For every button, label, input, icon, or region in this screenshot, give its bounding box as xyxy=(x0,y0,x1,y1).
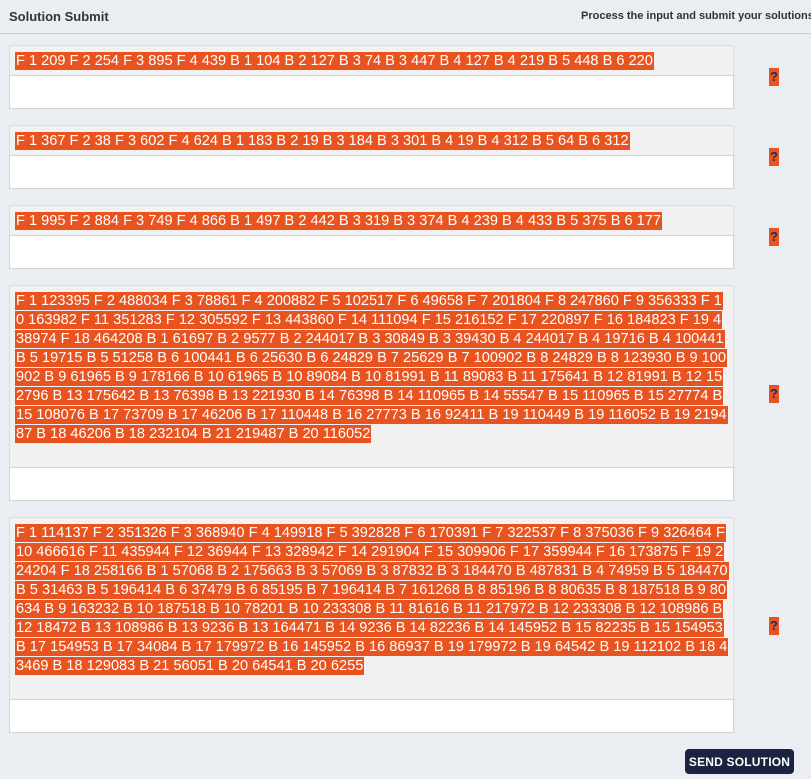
header-bar: Solution Submit Process the input and su… xyxy=(0,0,811,34)
help-icon[interactable]: ? xyxy=(769,68,779,86)
page-title: Solution Submit xyxy=(9,9,109,24)
help-icon[interactable]: ? xyxy=(769,148,779,166)
task-input-text: F 1 114137 F 2 351326 F 3 368940 F 4 149… xyxy=(15,524,729,675)
task-input-box: F 1 123395 F 2 488034 F 3 78861 F 4 2008… xyxy=(9,285,734,467)
help-icon[interactable]: ? xyxy=(769,385,779,403)
task-2: F 1 367 F 2 38 F 3 602 F 4 624 B 1 183 B… xyxy=(9,125,734,189)
task-input-text: F 1 209 F 2 254 F 3 895 F 4 439 B 1 104 … xyxy=(15,52,654,70)
task-3: F 1 995 F 2 884 F 3 749 F 4 866 B 1 497 … xyxy=(9,205,734,269)
answer-input[interactable] xyxy=(9,699,734,733)
help-icon[interactable]: ? xyxy=(769,228,779,246)
task-1: F 1 209 F 2 254 F 3 895 F 4 439 B 1 104 … xyxy=(9,45,734,109)
task-4: F 1 123395 F 2 488034 F 3 78861 F 4 2008… xyxy=(9,285,734,501)
task-input-text: F 1 367 F 2 38 F 3 602 F 4 624 B 1 183 B… xyxy=(15,132,630,150)
task-input-box: F 1 367 F 2 38 F 3 602 F 4 624 B 1 183 B… xyxy=(9,125,734,155)
task-input-box: F 1 209 F 2 254 F 3 895 F 4 439 B 1 104 … xyxy=(9,45,734,75)
task-5: F 1 114137 F 2 351326 F 3 368940 F 4 149… xyxy=(9,517,734,733)
task-input-box: F 1 114137 F 2 351326 F 3 368940 F 4 149… xyxy=(9,517,734,699)
page-subtitle: Process the input and submit your soluti… xyxy=(581,10,811,22)
answer-input[interactable] xyxy=(9,155,734,189)
answer-input[interactable] xyxy=(9,467,734,501)
task-input-text: F 1 995 F 2 884 F 3 749 F 4 866 B 1 497 … xyxy=(15,212,663,230)
answer-input[interactable] xyxy=(9,235,734,269)
task-input-text: F 1 123395 F 2 488034 F 3 78861 F 4 2008… xyxy=(15,292,728,443)
answer-input[interactable] xyxy=(9,75,734,109)
help-icon[interactable]: ? xyxy=(769,617,779,635)
task-input-box: F 1 995 F 2 884 F 3 749 F 4 866 B 1 497 … xyxy=(9,205,734,235)
send-solution-button[interactable]: SEND SOLUTION xyxy=(685,749,794,774)
